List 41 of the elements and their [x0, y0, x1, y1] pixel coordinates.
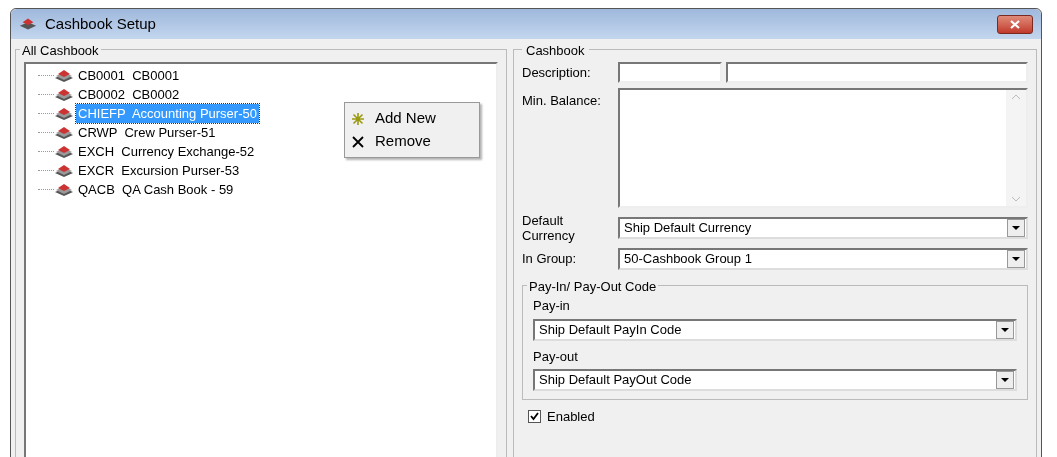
enabled-checkbox[interactable] — [528, 410, 541, 424]
tree-item[interactable]: EXCR Excursion Purser-53 — [76, 160, 242, 181]
window-title: Cashbook Setup — [45, 13, 157, 34]
tree-item[interactable]: EXCH Currency Exchange-52 — [76, 141, 257, 162]
combo-value: 50-Cashbook Group 1 — [623, 250, 753, 269]
asterisk-icon — [351, 111, 365, 126]
field-label: Min. Balance: — [522, 92, 602, 110]
cash-book-icon — [54, 144, 74, 159]
field-label: Description: — [522, 63, 592, 82]
check-icon — [530, 412, 539, 422]
tree-item[interactable]: CRWP Crew Purser-51 — [76, 122, 218, 143]
menu-item[interactable]: Add New — [345, 107, 479, 130]
currency-dropdown[interactable]: Ship Default Currency — [618, 217, 1028, 239]
close-button[interactable] — [997, 14, 1033, 34]
close-icon — [351, 134, 365, 149]
field-label: Pay-in — [533, 297, 571, 315]
field-label: In Group: — [522, 250, 578, 269]
group-dropdown[interactable]: 50-Cashbook Group 1 — [618, 248, 1028, 270]
combo-value: Ship Default Currency — [623, 219, 753, 238]
combo-value: Ship Default PayOut Code — [538, 371, 693, 390]
close-icon — [1010, 19, 1020, 29]
menu-item[interactable]: Remove — [345, 130, 479, 153]
cash-book-icon — [54, 163, 74, 178]
code-field[interactable] — [618, 62, 722, 83]
cash-book-icon — [54, 182, 74, 197]
app-icon — [19, 17, 37, 31]
tree-item[interactable]: CB0001 CB0001 — [76, 65, 182, 86]
checkbox-label: Enabled — [547, 408, 595, 426]
min-balance-field[interactable] — [618, 88, 1028, 208]
pay-in-dropdown[interactable]: Ship Default PayIn Code — [533, 318, 1017, 341]
pay-out-dropdown[interactable]: Ship Default PayOut Code — [533, 369, 1017, 391]
cash-book-icon — [54, 106, 74, 121]
description-field[interactable] — [726, 62, 1028, 83]
cash-book-icon — [54, 87, 74, 102]
tree-item[interactable]: QACB QA Cash Book - 59 — [76, 179, 236, 200]
tree-item[interactable]: CB0002 CB0002 — [76, 84, 182, 105]
field-label: Default Currency — [522, 213, 576, 243]
cash-book-icon — [54, 68, 74, 83]
field-label: Pay-out — [533, 347, 579, 366]
cash-book-icon — [54, 125, 74, 140]
combo-value: Ship Default PayIn Code — [538, 320, 683, 339]
